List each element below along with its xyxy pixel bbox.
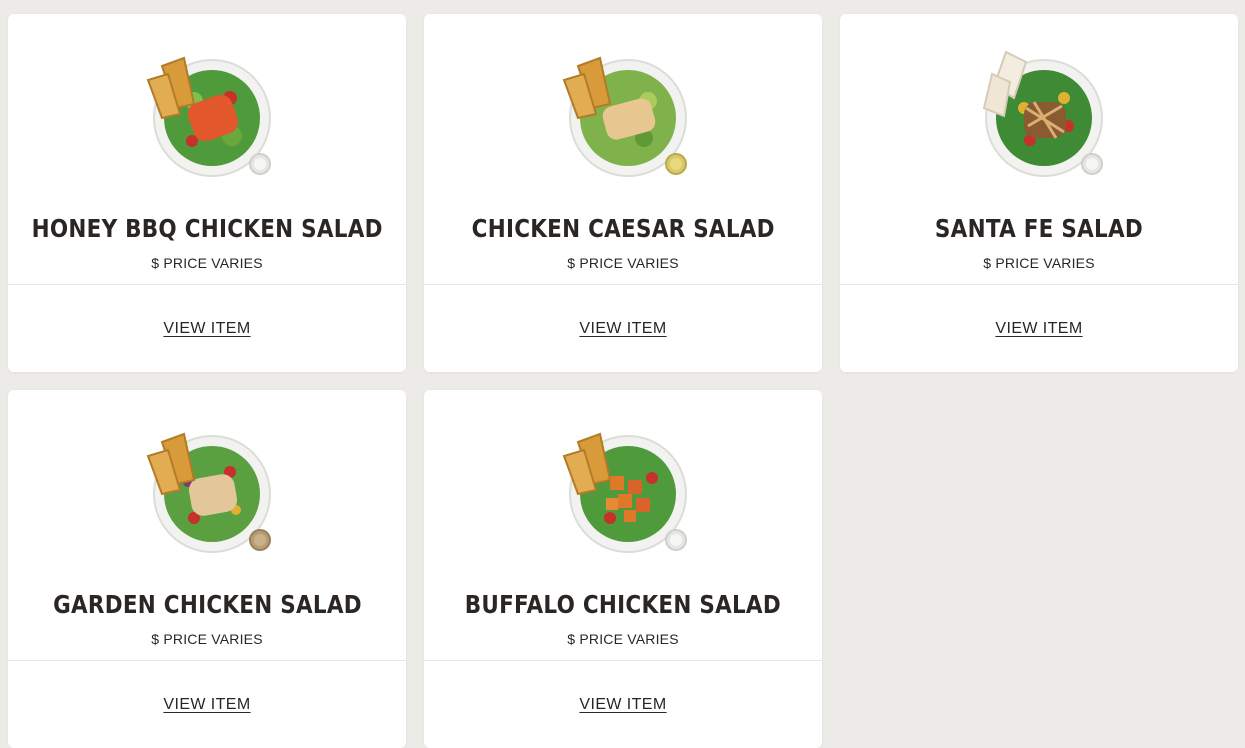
- item-price: $ PRICE VARIES: [983, 255, 1095, 271]
- item-price: $ PRICE VARIES: [151, 631, 263, 647]
- santa-fe-salad-image: [982, 50, 1103, 177]
- card-footer: VIEW ITEM: [8, 285, 406, 372]
- view-item-link[interactable]: VIEW ITEM: [163, 696, 250, 714]
- item-name: SANTA FE SALAD: [934, 214, 1144, 243]
- menu-card-honey-bbq-chicken-salad: HONEY BBQ CHICKEN SALAD $ PRICE VARIES V…: [8, 14, 406, 372]
- menu-card-santa-fe-salad: SANTA FE SALAD $ PRICE VARIES VIEW ITEM: [840, 14, 1238, 372]
- item-name: CHICKEN CAESAR SALAD: [471, 214, 775, 243]
- menu-card-buffalo-chicken-salad: BUFFALO CHICKEN SALAD $ PRICE VARIES VIE…: [424, 390, 822, 748]
- item-name: BUFFALO CHICKEN SALAD: [464, 590, 782, 619]
- caesar-salad-image: [562, 56, 687, 177]
- menu-grid: HONEY BBQ CHICKEN SALAD $ PRICE VARIES V…: [8, 14, 1238, 748]
- menu-card-chicken-caesar-salad: CHICKEN CAESAR SALAD $ PRICE VARIES VIEW…: [424, 14, 822, 372]
- buffalo-salad-image: [562, 432, 687, 553]
- item-price: $ PRICE VARIES: [567, 255, 679, 271]
- view-item-link[interactable]: VIEW ITEM: [163, 320, 250, 338]
- card-footer: VIEW ITEM: [8, 661, 406, 748]
- item-name: HONEY BBQ CHICKEN SALAD: [31, 214, 383, 243]
- menu-card-garden-chicken-salad: GARDEN CHICKEN SALAD $ PRICE VARIES VIEW…: [8, 390, 406, 748]
- item-name: GARDEN CHICKEN SALAD: [52, 590, 362, 619]
- card-body: GARDEN CHICKEN SALAD $ PRICE VARIES: [8, 390, 406, 661]
- honey-bbq-salad-image: [146, 56, 271, 177]
- card-body: SANTA FE SALAD $ PRICE VARIES: [840, 14, 1238, 285]
- card-footer: VIEW ITEM: [840, 285, 1238, 372]
- card-footer: VIEW ITEM: [424, 661, 822, 748]
- view-item-link[interactable]: VIEW ITEM: [995, 320, 1082, 338]
- card-body: CHICKEN CAESAR SALAD $ PRICE VARIES: [424, 14, 822, 285]
- view-item-link[interactable]: VIEW ITEM: [579, 320, 666, 338]
- card-footer: VIEW ITEM: [424, 285, 822, 372]
- item-price: $ PRICE VARIES: [567, 631, 679, 647]
- card-body: BUFFALO CHICKEN SALAD $ PRICE VARIES: [424, 390, 822, 661]
- item-price: $ PRICE VARIES: [151, 255, 263, 271]
- garden-salad-image: [146, 432, 271, 553]
- view-item-link[interactable]: VIEW ITEM: [579, 696, 666, 714]
- card-body: HONEY BBQ CHICKEN SALAD $ PRICE VARIES: [8, 14, 406, 285]
